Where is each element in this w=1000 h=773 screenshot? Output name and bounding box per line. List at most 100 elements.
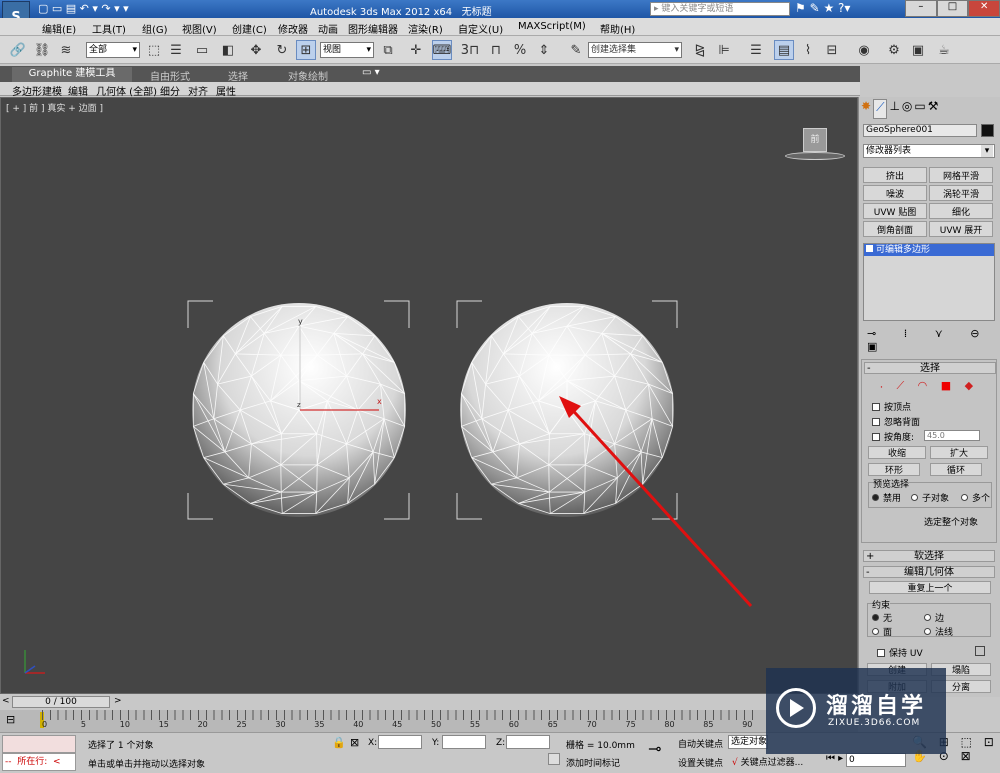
- modify-tab-icon[interactable]: ⟋: [873, 99, 888, 119]
- stack-tools[interactable]: ⊸ ⁞ ⋎ ⊖ ▣: [867, 327, 995, 353]
- y-coordinate-field[interactable]: [442, 735, 486, 749]
- snap-toggle-icon[interactable]: 3 ⊓: [460, 40, 480, 60]
- percent-snap-icon[interactable]: %: [510, 40, 530, 60]
- search-input[interactable]: ▸ 键入关键字或短语: [650, 2, 790, 16]
- panel-align[interactable]: 对齐: [188, 83, 208, 98]
- object-name-field[interactable]: GeoSphere001: [863, 124, 977, 137]
- ring-button[interactable]: 环形: [868, 463, 920, 476]
- by-angle-checkbox[interactable]: 按角度:: [872, 430, 914, 443]
- angle-snap-icon[interactable]: ⊓: [486, 40, 506, 60]
- mod-uvw-map-button[interactable]: UVW 贴图: [863, 203, 927, 219]
- reference-coord-dropdown[interactable]: 视图 ▾: [320, 42, 374, 58]
- auto-key-button[interactable]: 自动关键点: [678, 737, 723, 750]
- tab-selection[interactable]: 选择: [228, 68, 248, 83]
- layer-manager-icon[interactable]: ☰: [746, 40, 766, 60]
- mod-unwrap-uvw-button[interactable]: UVW 展开: [929, 221, 993, 237]
- preserve-uv-checkbox[interactable]: 保持 UV: [877, 646, 923, 659]
- mod-tessellate-button[interactable]: 细化: [929, 203, 993, 219]
- quick-access-icons[interactable]: ▢ ▭ ▤ ↶ ▾ ↷ ▾ ▾: [38, 2, 129, 15]
- panel-subdivision[interactable]: 细分: [160, 83, 180, 98]
- mod-noise-button[interactable]: 噪波: [863, 185, 927, 201]
- scale-icon[interactable]: ⊞: [296, 40, 316, 60]
- menu-help[interactable]: 帮助(H): [600, 21, 635, 36]
- display-tab-icon[interactable]: ▭: [914, 99, 925, 119]
- object-color-swatch[interactable]: [981, 124, 994, 137]
- bind-spacewarp-icon[interactable]: ≋: [56, 40, 76, 60]
- constraint-none-radio[interactable]: 无: [872, 611, 892, 624]
- window-crossing-icon[interactable]: ◧: [218, 40, 238, 60]
- set-key-button[interactable]: 设置关键点: [678, 756, 723, 769]
- soft-selection-header[interactable]: + 软选择: [863, 550, 995, 562]
- link-icon[interactable]: 🔗: [8, 40, 28, 60]
- motion-tab-icon[interactable]: ◎: [902, 99, 912, 119]
- mod-bevel-profile-button[interactable]: 倒角剖面: [863, 221, 927, 237]
- menu-graph-editors[interactable]: 图形编辑器: [348, 21, 398, 36]
- mod-meshsmooth-button[interactable]: 网格平滑: [929, 167, 993, 183]
- preview-subobj-radio[interactable]: 子对象: [911, 491, 949, 504]
- stack-item-editable-poly[interactable]: 可编辑多边形: [864, 244, 994, 256]
- tab-freeform[interactable]: 自由形式: [150, 68, 190, 83]
- constraint-face-radio[interactable]: 面: [872, 625, 892, 638]
- panel-properties[interactable]: 属性: [216, 83, 236, 98]
- maxscript-mini-listener[interactable]: -- 所在行: <: [2, 753, 76, 771]
- graphite-toggle-icon[interactable]: ▤: [774, 40, 794, 60]
- by-vertex-checkbox[interactable]: 按顶点: [872, 400, 911, 413]
- panel-geometry[interactable]: 几何体 (全部): [96, 83, 157, 98]
- select-manipulate-icon[interactable]: ✛: [406, 40, 426, 60]
- add-time-tag-icon[interactable]: [548, 753, 560, 765]
- menu-maxscript[interactable]: MAXScript(M): [518, 21, 586, 32]
- menu-views[interactable]: 视图(V): [182, 21, 217, 36]
- curve-editor-icon[interactable]: ⌇: [798, 40, 818, 60]
- unlink-icon[interactable]: ⛓: [32, 40, 52, 60]
- absolute-mode-icon[interactable]: ⊠: [350, 736, 359, 749]
- edit-named-sel-icon[interactable]: ✎: [566, 40, 586, 60]
- pivot-center-icon[interactable]: ⧉: [378, 40, 398, 60]
- select-object-icon[interactable]: ⬚: [144, 40, 164, 60]
- mirror-icon[interactable]: ⧎: [690, 40, 710, 60]
- key-mode-icon[interactable]: ⊸: [648, 739, 661, 758]
- playback-controls[interactable]: ⏮ ▸: [826, 753, 843, 764]
- modifier-list-dropdown[interactable]: 修改器列表 ▾: [863, 144, 995, 158]
- mod-extrude-button[interactable]: 挤出: [863, 167, 927, 183]
- create-tab-icon[interactable]: ✸: [861, 99, 871, 119]
- move-icon[interactable]: ✥: [246, 40, 266, 60]
- selection-filter-dropdown[interactable]: 全部 ▾: [86, 42, 140, 58]
- mod-turbosmooth-button[interactable]: 涡轮平滑: [929, 185, 993, 201]
- named-selection-dropdown[interactable]: 创建选择集 ▾: [588, 42, 682, 58]
- shrink-button[interactable]: 收缩: [868, 446, 926, 459]
- material-editor-icon[interactable]: ◉: [854, 40, 874, 60]
- minimize-button[interactable]: –: [905, 0, 937, 17]
- keyboard-shortcut-icon[interactable]: ⌨: [432, 40, 452, 60]
- edit-geometry-header[interactable]: - 编辑几何体: [863, 566, 995, 578]
- modifier-stack[interactable]: 可编辑多边形: [863, 243, 995, 321]
- menu-tools[interactable]: 工具(T): [92, 21, 126, 36]
- add-time-tag-label[interactable]: 添加时间标记: [566, 756, 620, 769]
- menu-edit[interactable]: 编辑(E): [42, 21, 76, 36]
- x-coordinate-field[interactable]: [378, 735, 422, 749]
- preview-off-radio[interactable]: 禁用: [872, 491, 901, 504]
- track-bar[interactable]: ⊟ 0 5 10 15 20 25 30 35 40 45 50 55 60 65 70 75 80 85 90: [0, 710, 858, 732]
- select-by-name-icon[interactable]: ☰: [166, 40, 186, 60]
- menu-rendering[interactable]: 渲染(R): [408, 21, 443, 36]
- maximize-button[interactable]: □: [936, 0, 969, 17]
- rect-selection-icon[interactable]: ▭: [192, 40, 212, 60]
- time-slider-thumb[interactable]: 0 / 100: [12, 696, 110, 708]
- close-button[interactable]: ✕: [968, 0, 1000, 17]
- menu-modifiers[interactable]: 修改器: [278, 21, 308, 36]
- current-frame-field[interactable]: 0: [846, 753, 906, 767]
- hierarchy-tab-icon[interactable]: ⊥: [889, 99, 899, 119]
- rotate-icon[interactable]: ↻: [272, 40, 292, 60]
- repeat-last-button[interactable]: 重复上一个: [869, 581, 991, 594]
- z-coordinate-field[interactable]: [506, 735, 550, 749]
- menu-customize[interactable]: 自定义(U): [458, 21, 503, 36]
- ignore-backface-checkbox[interactable]: 忽略背面: [872, 415, 920, 428]
- utilities-tab-icon[interactable]: ⚒: [928, 99, 939, 119]
- render-production-icon[interactable]: ☕: [934, 40, 954, 60]
- tab-object-paint[interactable]: 对象绘制: [288, 68, 328, 83]
- loop-button[interactable]: 循环: [930, 463, 982, 476]
- key-filters-button[interactable]: √ 关键点过滤器...: [732, 755, 803, 768]
- lock-selection-icon[interactable]: 🔒: [332, 736, 346, 749]
- render-setup-icon[interactable]: ⚙: [884, 40, 904, 60]
- time-slider[interactable]: < 0 / 100 >: [0, 694, 858, 710]
- time-prev-button[interactable]: <: [2, 696, 10, 706]
